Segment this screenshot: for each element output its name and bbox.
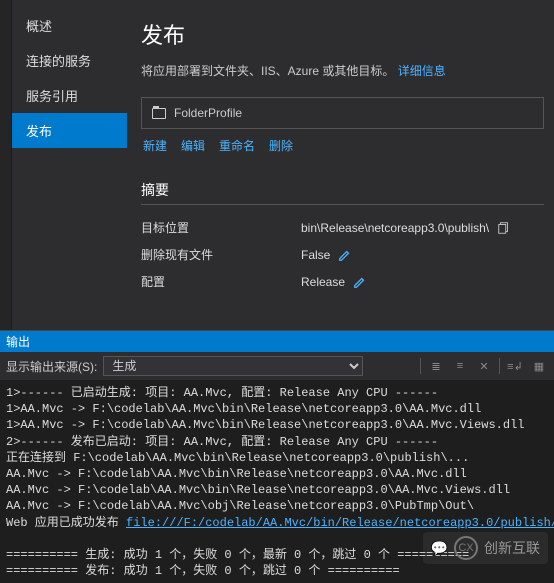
sidebar-item-service-references[interactable]: 服务引用 <box>12 78 127 113</box>
output-line: 1>AA.Mvc -> F:\codelab\AA.Mvc\bin\Releas… <box>6 402 481 416</box>
sidebar-item-overview[interactable]: 概述 <box>12 8 127 43</box>
output-line: AA.Mvc -> F:\codelab\AA.Mvc\obj\Release\… <box>6 499 474 513</box>
output-summary-build: ========== 生成: 成功 1 个，失败 0 个，最新 0 个，跳过 0… <box>6 548 469 562</box>
config-value: Release <box>301 275 345 289</box>
action-edit[interactable]: 编辑 <box>181 137 205 154</box>
edit-icon[interactable] <box>338 248 352 262</box>
publish-url-link[interactable]: file:///F:/codelab/AA.Mvc/bin/Release/ne… <box>126 516 554 530</box>
output-toolbar: 显示输出来源(S): 生成 ≣ ≡ ✕ ≡↲ ▦ <box>0 352 554 381</box>
profile-name: FolderProfile <box>174 106 242 120</box>
separator <box>499 358 500 374</box>
target-label: 目标位置 <box>141 219 301 236</box>
delete-existing-value: False <box>301 248 330 262</box>
profile-selector[interactable]: FolderProfile <box>141 97 544 129</box>
output-line: AA.Mvc -> F:\codelab\AA.Mvc\bin\Release\… <box>6 483 510 497</box>
sidebar-item-connected-services[interactable]: 连接的服务 <box>12 43 127 78</box>
copy-icon[interactable] <box>497 221 511 235</box>
folder-icon <box>152 108 166 119</box>
action-new[interactable]: 新建 <box>143 137 167 154</box>
delete-existing-label: 删除现有文件 <box>141 246 301 263</box>
clear-icon[interactable]: ✕ <box>475 357 493 375</box>
watermark-text: 创新互联 <box>484 538 540 558</box>
summary-grid: 目标位置 bin\Release\netcoreapp3.0\publish\ … <box>141 219 544 290</box>
wordwrap-icon[interactable]: ≡↲ <box>506 357 524 375</box>
prev-icon[interactable]: ≣ <box>427 357 445 375</box>
page-subtitle: 将应用部署到文件夹、IIS、Azure 或其他目标。 详细信息 <box>141 62 544 79</box>
output-line: 2>------ 发布已启动: 项目: AA.Mvc, 配置: Release … <box>6 435 438 449</box>
output-title: 输出 <box>6 333 30 350</box>
sidebar: 概述 连接的服务 服务引用 发布 <box>12 0 127 330</box>
output-line-web: Web 应用已成功发布 <box>6 516 126 530</box>
separator <box>420 358 421 374</box>
next-icon[interactable]: ≡ <box>451 357 469 375</box>
settings-icon[interactable]: ▦ <box>530 357 548 375</box>
learn-more-link[interactable]: 详细信息 <box>398 64 446 78</box>
subtitle-text: 将应用部署到文件夹、IIS、Azure 或其他目标。 <box>141 64 394 78</box>
page-title: 发布 <box>141 18 544 50</box>
output-line: 正在连接到 F:\codelab\AA.Mvc\bin\Release\netc… <box>6 451 469 465</box>
edit-icon[interactable] <box>353 275 367 289</box>
watermark: 💬 CX 创新互联 <box>423 532 548 564</box>
logo-icon: CX <box>454 536 478 560</box>
action-rename[interactable]: 重命名 <box>219 137 255 154</box>
sidebar-item-publish[interactable]: 发布 <box>12 113 127 148</box>
output-source-select[interactable]: 生成 <box>103 356 363 376</box>
output-source-label: 显示输出来源(S): <box>6 358 97 375</box>
wechat-icon: 💬 <box>431 540 448 557</box>
profile-actions: 新建 编辑 重命名 删除 <box>141 137 544 154</box>
summary-header: 摘要 <box>141 180 544 200</box>
publish-content: 发布 将应用部署到文件夹、IIS、Azure 或其他目标。 详细信息 Folde… <box>127 0 554 330</box>
summary-row-target: 目标位置 bin\Release\netcoreapp3.0\publish\ <box>141 219 544 236</box>
target-value: bin\Release\netcoreapp3.0\publish\ <box>301 221 489 235</box>
output-line: AA.Mvc -> F:\codelab\AA.Mvc\bin\Release\… <box>6 467 467 481</box>
config-label: 配置 <box>141 273 301 290</box>
output-line: 1>AA.Mvc -> F:\codelab\AA.Mvc\bin\Releas… <box>6 418 524 432</box>
divider <box>141 204 544 205</box>
output-title-bar[interactable]: 输出 <box>0 331 554 352</box>
left-tool-strip <box>0 0 12 330</box>
action-delete[interactable]: 删除 <box>269 137 293 154</box>
summary-row-delete: 删除现有文件 False <box>141 246 544 263</box>
summary-row-config: 配置 Release <box>141 273 544 290</box>
output-line: 1>------ 已启动生成: 项目: AA.Mvc, 配置: Release … <box>6 386 438 400</box>
output-summary-publish: ========== 发布: 成功 1 个，失败 0 个，跳过 0 个 ====… <box>6 564 400 578</box>
